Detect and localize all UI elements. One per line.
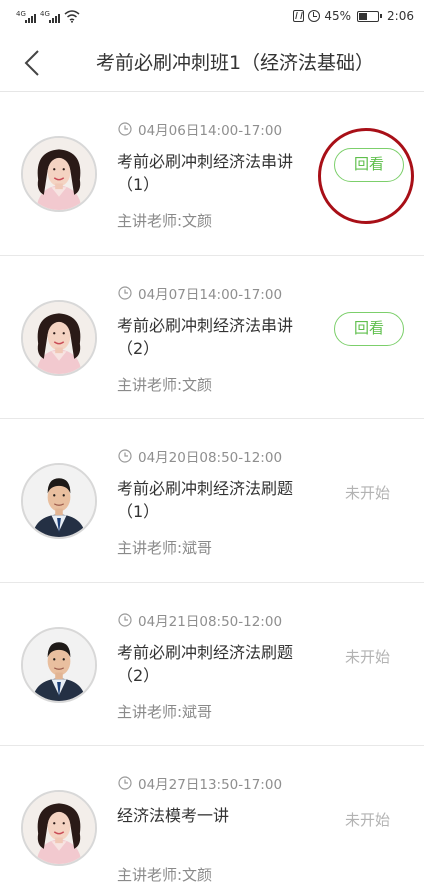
lesson-time-text: 04月20日08:50-12:00: [138, 450, 283, 467]
lesson-title: 考前必刷冲刺经济法串讲（2）: [117, 315, 294, 358]
lesson-teacher: 主讲老师:斌哥: [117, 539, 213, 558]
status-left-icons: 4G 4G: [16, 9, 80, 23]
lesson-time: 04月07日14:00-17:00: [118, 283, 282, 303]
lesson-time: 04月21日08:50-12:00: [118, 610, 282, 630]
lesson-time-text: 04月06日14:00-17:00: [138, 123, 283, 139]
teacher-avatar: [21, 790, 97, 867]
lesson-teacher: 主讲老师:文颜: [117, 375, 213, 394]
lesson-row[interactable]: 04月21日08:50-12:00 考前必刷冲刺经济法刷题（2） 主讲老师:斌哥…: [0, 583, 424, 747]
lesson-row[interactable]: 04月06日14:00-17:00 考前必刷冲刺经济法串讲（1） 主讲老师:文颜…: [0, 92, 424, 256]
lesson-title: 考前必刷冲刺经济法串讲（1）: [117, 152, 294, 194]
page-title: 考前必刷冲刺班1（经济法基础）: [95, 52, 375, 74]
lesson-time-text: 04月21日08:50-12:00: [138, 613, 283, 630]
cell-signal-icon: 4G: [40, 11, 60, 23]
lesson-title: 考前必刷冲刺经济法刷题（2）: [117, 642, 294, 685]
clock-icon: [118, 776, 132, 790]
wifi-icon: [64, 10, 80, 23]
nav-bar: 考前必刷冲刺班1（经济法基础）: [0, 34, 424, 92]
battery-percent: 45%: [324, 9, 352, 23]
teacher-avatar: [21, 136, 97, 212]
replay-button[interactable]: 回看: [334, 311, 404, 346]
lesson-time-text: 04月27日13:50-17:00: [138, 777, 283, 794]
teacher-avatar: [21, 299, 97, 376]
lesson-teacher: 主讲老师:文颜: [117, 866, 213, 882]
replay-button[interactable]: 回看: [334, 148, 404, 182]
status-bar: 4G 4G 45% 2:06: [0, 0, 424, 34]
lesson-teacher: 主讲老师:斌哥: [117, 702, 213, 721]
clock-icon: [118, 449, 132, 463]
lesson-time: 04月20日08:50-12:00: [118, 446, 282, 466]
not-started-label: 未开始: [345, 647, 391, 666]
not-started-label: 未开始: [345, 484, 391, 503]
lesson-time: 04月27日13:50-17:00: [118, 773, 282, 793]
lesson-time-text: 04月07日14:00-17:00: [138, 286, 283, 303]
lesson-title: 考前必刷冲刺经济法刷题（1）: [117, 479, 294, 522]
lesson-title: 经济法模考一讲: [117, 806, 230, 826]
clock-icon: [118, 122, 132, 136]
lesson-row[interactable]: 04月27日13:50-17:00 经济法模考一讲 主讲老师:文颜 未开始: [0, 746, 424, 882]
teacher-avatar: [21, 463, 97, 540]
nfc-icon: [293, 10, 305, 22]
lesson-time: 04月06日14:00-17:00: [118, 119, 282, 139]
back-arrow-icon[interactable]: [18, 48, 48, 78]
lesson-teacher: 主讲老师:文颜: [117, 212, 213, 230]
cell-signal-icon: 4G: [16, 11, 36, 23]
clock-time: 2:06: [387, 9, 414, 23]
clock-icon: [118, 285, 132, 300]
battery-icon: [357, 10, 383, 22]
lesson-row[interactable]: 04月20日08:50-12:00 考前必刷冲刺经济法刷题（1） 主讲老师:斌哥…: [0, 419, 424, 583]
lesson-list: 04月06日14:00-17:00 考前必刷冲刺经济法串讲（1） 主讲老师:文颜…: [0, 92, 424, 882]
clock-icon: [118, 613, 132, 627]
lesson-row[interactable]: 04月07日14:00-17:00 考前必刷冲刺经济法串讲（2） 主讲老师:文颜…: [0, 256, 424, 420]
not-started-label: 未开始: [345, 811, 391, 830]
status-right-icons: 45% 2:06: [293, 8, 414, 24]
teacher-avatar: [21, 626, 97, 703]
alarm-icon: [308, 10, 321, 22]
